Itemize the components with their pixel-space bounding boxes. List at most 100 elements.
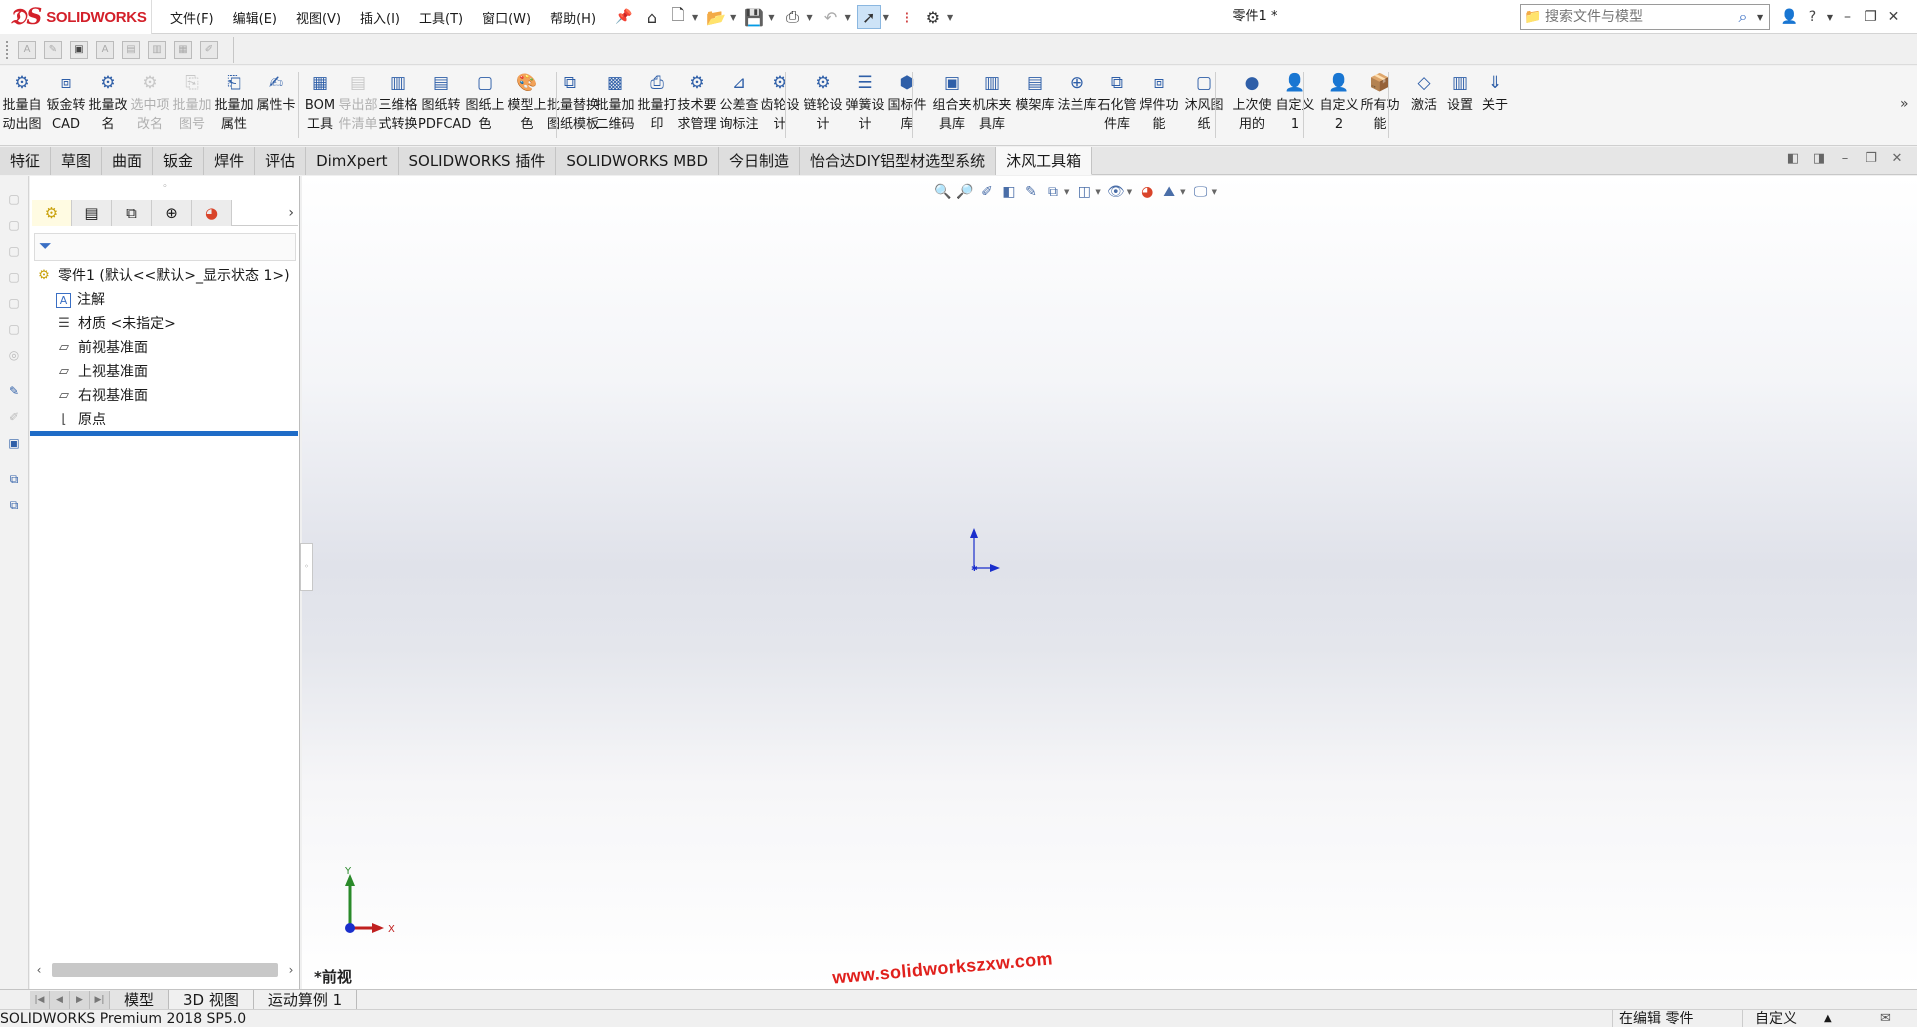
display-manager-tab-icon[interactable]: ◕ xyxy=(192,200,232,226)
menu-file[interactable]: 文件(F) xyxy=(170,8,214,27)
command-button[interactable]: ✍ 属性卡 xyxy=(256,70,296,142)
command-button[interactable]: 👤 自定义 2 xyxy=(1319,70,1359,142)
previous-view-icon[interactable]: ✐ xyxy=(976,184,998,200)
layer-icon[interactable]: ⧉ xyxy=(5,496,23,514)
feature-manager-tab-icon[interactable]: ⚙ xyxy=(32,200,72,226)
origin-marker[interactable]: ✱ xyxy=(962,526,1022,586)
tree-item-top-plane[interactable]: ▱ 上视基准面 xyxy=(34,360,296,384)
select-dropdown-icon[interactable]: ▼ xyxy=(883,13,889,22)
command-button[interactable]: ▤ 图纸转 PDFCAD xyxy=(418,70,471,142)
print-dropdown-icon[interactable]: ▼ xyxy=(806,13,812,22)
command-button[interactable]: ▤ 导出部 件清单 xyxy=(338,70,378,142)
view-tool-icon[interactable]: ◎ xyxy=(5,346,23,364)
command-button[interactable]: ⚙ 齿轮设计 xyxy=(760,70,800,142)
close-icon[interactable]: ✕ xyxy=(1882,9,1905,25)
tree-item-right-plane[interactable]: ▱ 右视基准面 xyxy=(34,384,296,408)
command-button[interactable]: 👤 自定义 1 xyxy=(1275,70,1315,142)
message-icon[interactable]: ✉ xyxy=(1880,1010,1891,1027)
command-button[interactable]: ⧈ 钣金转 CAD xyxy=(46,70,86,142)
view-tool-icon[interactable]: ▢ xyxy=(5,268,23,286)
new-document-icon[interactable]: 🗋 xyxy=(666,5,690,29)
units-menu-icon[interactable]: ▲ xyxy=(1824,1010,1832,1027)
view-orientation-dropdown-icon[interactable]: ▼ xyxy=(1064,188,1069,196)
tree-item-annotations[interactable]: A 注解 xyxy=(34,288,296,312)
tab-motion-study[interactable]: 运动算例 1 xyxy=(254,989,358,1010)
new-dropdown-icon[interactable]: ▼ xyxy=(692,13,698,22)
command-button[interactable]: ⚙ 批量改名 xyxy=(86,70,130,142)
view-orientation-icon[interactable]: ⧉ xyxy=(1042,184,1064,200)
view-tool-icon[interactable]: ▢ xyxy=(5,294,23,312)
more-commands-icon[interactable]: » xyxy=(1900,96,1909,112)
dynamic-annotation-icon[interactable]: ✎ xyxy=(1020,184,1042,200)
tab-item[interactable]: 焊件 xyxy=(204,147,256,175)
command-button[interactable]: ▥ 设置 xyxy=(1443,70,1477,142)
options-dropdown-icon[interactable]: ▼ xyxy=(947,13,953,22)
menu-tools[interactable]: 工具(T) xyxy=(419,8,463,27)
display-style-icon[interactable]: ◫ xyxy=(1073,184,1095,200)
command-button[interactable]: ⧈ 焊件功能 xyxy=(1139,70,1179,142)
prev-tab-icon[interactable]: ◀ xyxy=(50,990,70,1009)
sketch-tool-icon[interactable]: ✐ xyxy=(200,41,218,59)
user-icon[interactable]: 👤 xyxy=(1778,9,1801,25)
view-tool-icon[interactable]: ▢ xyxy=(5,242,23,260)
tab-item[interactable]: 草图 xyxy=(51,147,103,175)
tabs-expand-icon[interactable]: › xyxy=(288,200,294,226)
command-button[interactable]: ▤ 模架库 xyxy=(1015,70,1055,142)
minimize-icon[interactable]: – xyxy=(1836,9,1859,25)
sketch-tool-icon[interactable]: ▤ xyxy=(122,41,140,59)
command-button[interactable]: ⚙ 选中项 改名 xyxy=(130,70,170,142)
scroll-left-icon[interactable]: ‹ xyxy=(30,963,48,977)
feature-tree-filter[interactable]: ⏷ xyxy=(34,233,296,261)
panel-horizontal-scrollbar[interactable]: ‹ › xyxy=(30,960,300,980)
zoom-to-fit-icon[interactable]: 🔍 xyxy=(932,184,954,200)
tile-left-icon[interactable]: ◧ xyxy=(1780,151,1806,166)
layer-icon[interactable]: ⧉ xyxy=(5,470,23,488)
save-dropdown-icon[interactable]: ▼ xyxy=(768,13,774,22)
command-button[interactable]: ◇ 激活 xyxy=(1406,70,1442,142)
command-button[interactable]: ⇓ 关于 xyxy=(1478,70,1512,142)
scene-dropdown-icon[interactable]: ▼ xyxy=(1180,188,1185,196)
search-scope-icon[interactable]: 📁 xyxy=(1521,9,1545,25)
command-button[interactable]: ☰ 弹簧设计 xyxy=(845,70,885,142)
reference-triad[interactable]: Y X xyxy=(340,866,400,936)
search-dropdown-icon[interactable]: ▼ xyxy=(1757,13,1769,22)
sketch-tool-icon[interactable]: ▦ xyxy=(174,41,192,59)
zoom-to-area-icon[interactable]: 🔎 xyxy=(954,184,976,200)
apply-scene-icon[interactable]: ⛰ xyxy=(1158,184,1180,200)
open-icon[interactable]: 📂 xyxy=(704,5,728,29)
restore-icon[interactable]: ❐ xyxy=(1859,9,1882,25)
command-button[interactable]: 🎨 模型上色 xyxy=(507,70,547,142)
tab-item[interactable]: DimXpert xyxy=(306,147,399,175)
command-button[interactable]: ▥ 机床夹 具库 xyxy=(972,70,1012,142)
property-manager-tab-icon[interactable]: ▤ xyxy=(72,200,112,226)
menu-view[interactable]: 视图(V) xyxy=(296,8,341,27)
undo-icon[interactable]: ↶ xyxy=(819,5,843,29)
undo-dropdown-icon[interactable]: ▼ xyxy=(845,13,851,22)
scroll-right-icon[interactable]: › xyxy=(282,963,300,977)
tab-item[interactable]: 今日制造 xyxy=(719,147,801,175)
menu-help[interactable]: 帮助(H) xyxy=(550,8,596,27)
command-button[interactable]: ● 上次使 用的 xyxy=(1232,70,1272,142)
command-button[interactable]: ⎗ 批量加 属性 xyxy=(214,70,254,142)
view-tool-icon[interactable]: ▢ xyxy=(5,216,23,234)
command-button[interactable]: ▢ 图纸上色 xyxy=(465,70,505,142)
hide-show-items-icon[interactable]: 👁 xyxy=(1105,184,1127,200)
pin-menu-icon[interactable]: 📌 xyxy=(615,9,632,25)
tree-item-origin[interactable]: ⌊ 原点 xyxy=(34,408,296,432)
command-button[interactable]: ⧉ 石化管 件库 xyxy=(1097,70,1137,142)
sketch-tool-icon[interactable]: ✎ xyxy=(44,41,62,59)
image-tool-icon[interactable]: ▣ xyxy=(70,41,88,59)
sketch-tool-icon[interactable]: A xyxy=(18,41,36,59)
rollback-bar[interactable] xyxy=(30,431,298,436)
hide-show-dropdown-icon[interactable]: ▼ xyxy=(1127,188,1132,196)
search-icon[interactable]: ⌕ xyxy=(1729,7,1757,27)
options-gear-icon[interactable]: ⚙ xyxy=(921,5,945,29)
open-dropdown-icon[interactable]: ▼ xyxy=(730,13,736,22)
sketch-edit-icon[interactable]: ✐ xyxy=(5,408,23,426)
panel-resize-handle[interactable]: ◦ xyxy=(30,176,300,200)
command-button[interactable]: ▢ 沐风图纸 xyxy=(1184,70,1224,142)
display-icon[interactable]: ▣ xyxy=(5,434,23,452)
display-style-dropdown-icon[interactable]: ▼ xyxy=(1095,188,1100,196)
view-settings-icon[interactable]: 🖵 xyxy=(1190,184,1212,200)
tab-item[interactable]: 钣金 xyxy=(153,147,205,175)
